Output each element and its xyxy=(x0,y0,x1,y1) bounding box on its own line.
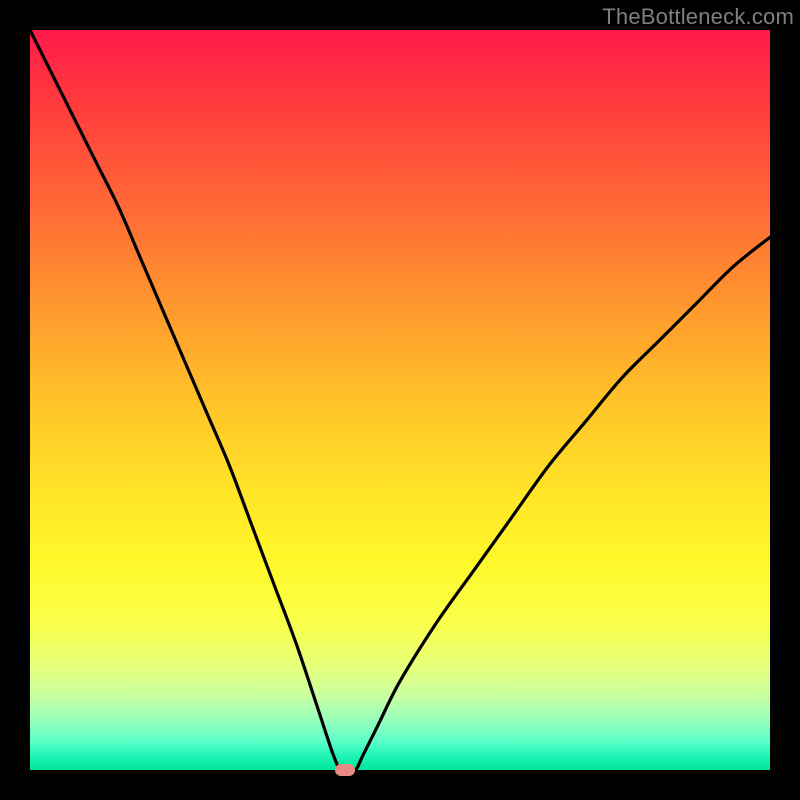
bottleneck-curve xyxy=(30,30,770,770)
optimum-marker xyxy=(335,764,355,776)
plot-area xyxy=(30,30,770,770)
chart-frame: TheBottleneck.com xyxy=(0,0,800,800)
watermark-text: TheBottleneck.com xyxy=(602,4,794,30)
